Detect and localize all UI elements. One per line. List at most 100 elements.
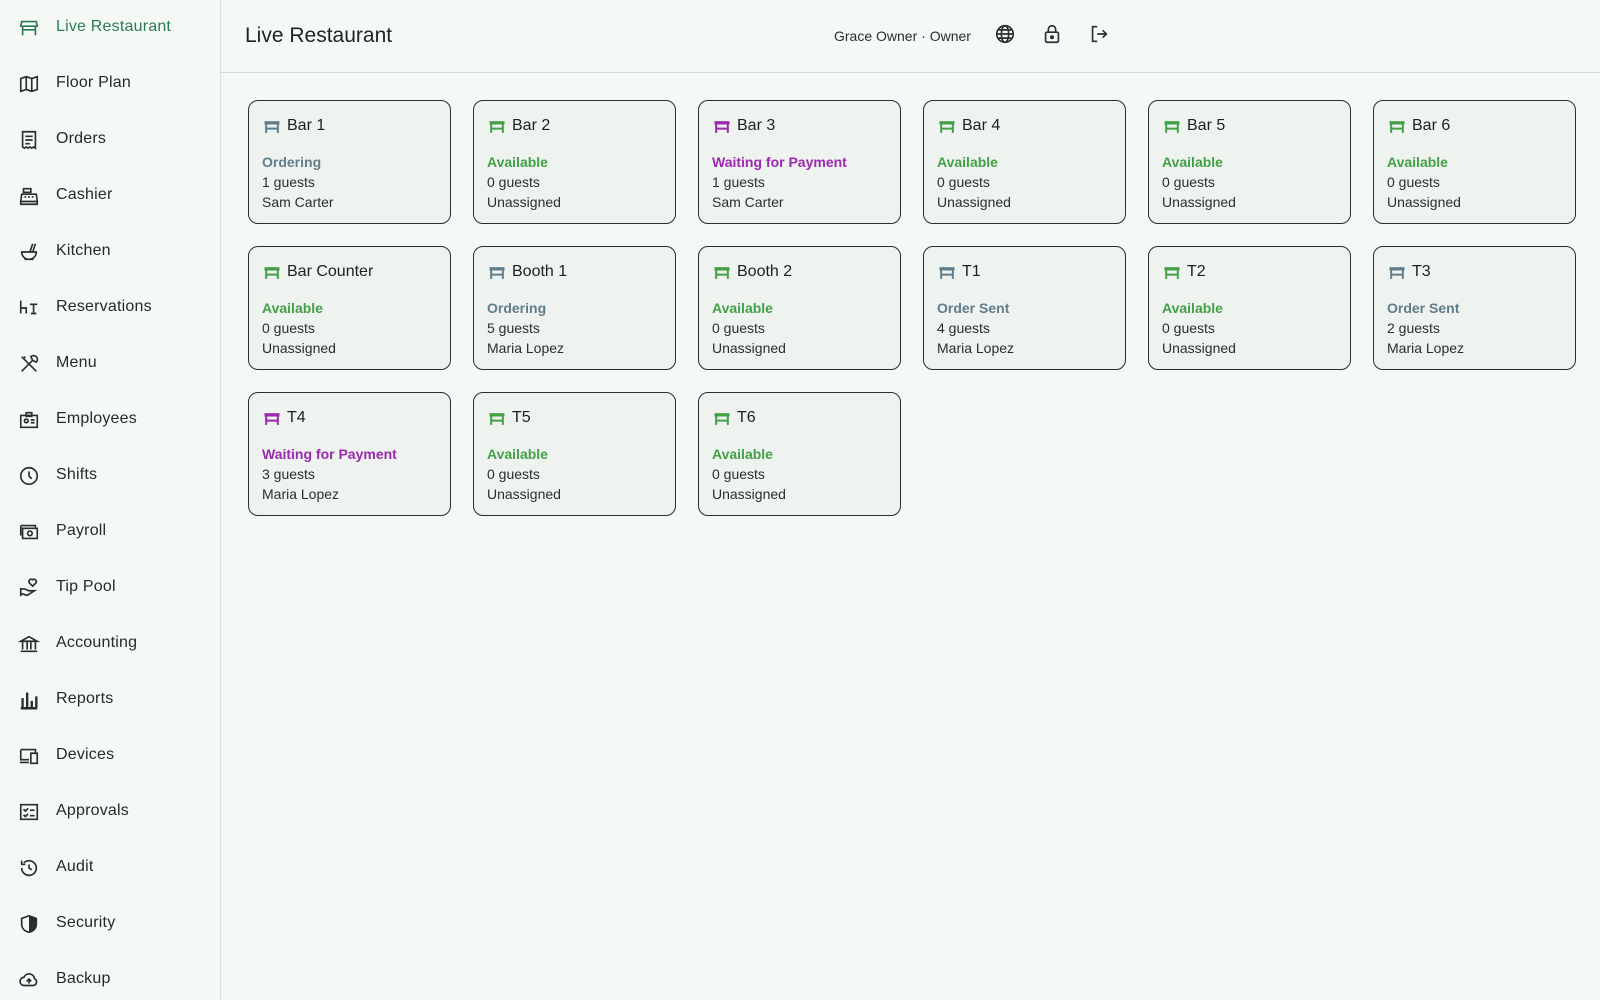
table-name: T1 bbox=[962, 263, 981, 280]
language-button[interactable] bbox=[991, 22, 1019, 50]
table-status: Ordering bbox=[262, 154, 322, 170]
sidebar-item-kitchen[interactable]: Kitchen bbox=[0, 232, 220, 272]
sidebar-item-label: Kitchen bbox=[56, 242, 111, 259]
table-name: Bar 1 bbox=[287, 117, 326, 134]
sidebar-item-shifts[interactable]: Shifts bbox=[0, 456, 220, 496]
sidebar-item-menu[interactable]: Menu bbox=[0, 344, 220, 384]
table-guests: 0 guests bbox=[1387, 174, 1440, 190]
table-icon bbox=[1162, 263, 1182, 283]
table-icon bbox=[712, 117, 732, 137]
table-guests: 2 guests bbox=[1387, 320, 1440, 336]
shield-icon bbox=[17, 912, 41, 936]
table-card[interactable]: Bar Counter Available 0 guests Unassigned bbox=[248, 246, 451, 370]
table-icon bbox=[937, 263, 957, 283]
table-server: Unassigned bbox=[487, 486, 561, 502]
table-guests: 4 guests bbox=[937, 320, 990, 336]
table-name: Bar 2 bbox=[512, 117, 551, 134]
table-card[interactable]: Booth 2 Available 0 guests Unassigned bbox=[698, 246, 901, 370]
sidebar-item-employees[interactable]: Employees bbox=[0, 400, 220, 440]
table-card[interactable]: Booth 1 Ordering 5 guests Maria Lopez bbox=[473, 246, 676, 370]
table-server: Maria Lopez bbox=[937, 340, 1015, 356]
table-icon bbox=[487, 263, 507, 283]
sidebar-item-reservations[interactable]: Reservations bbox=[0, 288, 220, 328]
payments-icon bbox=[17, 520, 41, 544]
table-card[interactable]: T5 Available 0 guests Unassigned bbox=[473, 392, 676, 516]
sidebar-item-orders[interactable]: Orders bbox=[0, 120, 220, 160]
table-status: Available bbox=[937, 154, 998, 170]
table-guests: 0 guests bbox=[487, 174, 540, 190]
sidebar-item-accounting[interactable]: Accounting bbox=[0, 624, 220, 664]
table-card[interactable]: T1 Order Sent 4 guests Maria Lopez bbox=[923, 246, 1126, 370]
lock-button[interactable] bbox=[1038, 22, 1066, 50]
table-icon bbox=[487, 409, 507, 429]
sidebar-item-backup[interactable]: Backup bbox=[0, 960, 220, 1000]
table-icon bbox=[937, 117, 957, 137]
table-server: Unassigned bbox=[1162, 194, 1236, 210]
sidebar-item-devices[interactable]: Devices bbox=[0, 736, 220, 776]
sidebar-item-live-restaurant[interactable]: Live Restaurant bbox=[0, 8, 220, 48]
table-name: Bar 4 bbox=[962, 117, 1001, 134]
table-guests: 1 guests bbox=[262, 174, 315, 190]
table-guests: 0 guests bbox=[937, 174, 990, 190]
sidebar-item-label: Cashier bbox=[56, 186, 113, 203]
table-status: Available bbox=[262, 300, 323, 316]
sidebar-item-label: Approvals bbox=[56, 802, 129, 819]
table-status: Available bbox=[1162, 300, 1223, 316]
table-card[interactable]: Bar 4 Available 0 guests Unassigned bbox=[923, 100, 1126, 224]
table-icon bbox=[262, 409, 282, 429]
table-name: T4 bbox=[287, 409, 306, 426]
sidebar-item-label: Menu bbox=[56, 354, 97, 371]
table-card[interactable]: Bar 2 Available 0 guests Unassigned bbox=[473, 100, 676, 224]
table-name: Bar 6 bbox=[1412, 117, 1451, 134]
table-card[interactable]: Bar 1 Ordering 1 guests Sam Carter bbox=[248, 100, 451, 224]
sidebar-item-tip-pool[interactable]: Tip Pool bbox=[0, 568, 220, 608]
table-card[interactable]: Bar 6 Available 0 guests Unassigned bbox=[1373, 100, 1576, 224]
table-guests: 0 guests bbox=[1162, 174, 1215, 190]
table-server: Sam Carter bbox=[262, 194, 334, 210]
table-icon bbox=[712, 409, 732, 429]
sidebar: Live Restaurant Floor Plan Orders Cashier Ki… bbox=[0, 0, 221, 1000]
table-status: Ordering bbox=[487, 300, 547, 316]
table-server: Maria Lopez bbox=[1387, 340, 1465, 356]
sidebar-item-cashier[interactable]: Cashier bbox=[0, 176, 220, 216]
sidebar-item-label: Backup bbox=[56, 970, 111, 987]
devices-icon bbox=[17, 744, 41, 768]
table-status: Waiting for Payment bbox=[712, 154, 847, 170]
table-guests: 0 guests bbox=[262, 320, 315, 336]
table-card[interactable]: T6 Available 0 guests Unassigned bbox=[698, 392, 901, 516]
table-card[interactable]: Bar 3 Waiting for Payment 1 guests Sam Cart… bbox=[698, 100, 901, 224]
table-guests: 3 guests bbox=[262, 466, 315, 482]
table-server: Maria Lopez bbox=[487, 340, 565, 356]
bank-icon bbox=[17, 632, 41, 656]
table-icon bbox=[712, 263, 732, 283]
lock-icon bbox=[1041, 23, 1063, 50]
sidebar-item-label: Reservations bbox=[56, 298, 152, 315]
table-server: Unassigned bbox=[262, 340, 336, 356]
table-card[interactable]: Bar 5 Available 0 guests Unassigned bbox=[1148, 100, 1351, 224]
soup-kitchen-icon bbox=[17, 240, 41, 264]
top-bar: Live Restaurant Grace Owner · Owner bbox=[221, 0, 1600, 73]
table-name: T2 bbox=[1187, 263, 1206, 280]
table-card[interactable]: T2 Available 0 guests Unassigned bbox=[1148, 246, 1351, 370]
table-name: Bar 5 bbox=[1187, 117, 1226, 134]
table-card[interactable]: T3 Order Sent 2 guests Maria Lopez bbox=[1373, 246, 1576, 370]
history-icon bbox=[17, 856, 41, 880]
table-chair-icon bbox=[17, 296, 41, 320]
table-server: Unassigned bbox=[1387, 194, 1461, 210]
sidebar-item-security[interactable]: Security bbox=[0, 904, 220, 944]
table-status: Available bbox=[1387, 154, 1448, 170]
sidebar-item-floor-plan[interactable]: Floor Plan bbox=[0, 64, 220, 104]
sidebar-item-approvals[interactable]: Approvals bbox=[0, 792, 220, 832]
checklist-icon bbox=[17, 800, 41, 824]
sidebar-item-reports[interactable]: Reports bbox=[0, 680, 220, 720]
badge-icon bbox=[17, 408, 41, 432]
table-icon bbox=[262, 263, 282, 283]
logout-button[interactable] bbox=[1085, 22, 1113, 50]
sidebar-item-payroll[interactable]: Payroll bbox=[0, 512, 220, 552]
sidebar-item-label: Reports bbox=[56, 690, 114, 707]
table-icon bbox=[487, 117, 507, 137]
sidebar-item-label: Security bbox=[56, 914, 116, 931]
sidebar-item-audit[interactable]: Audit bbox=[0, 848, 220, 888]
table-card[interactable]: T4 Waiting for Payment 3 guests Maria Lopez bbox=[248, 392, 451, 516]
map-icon bbox=[17, 72, 41, 96]
